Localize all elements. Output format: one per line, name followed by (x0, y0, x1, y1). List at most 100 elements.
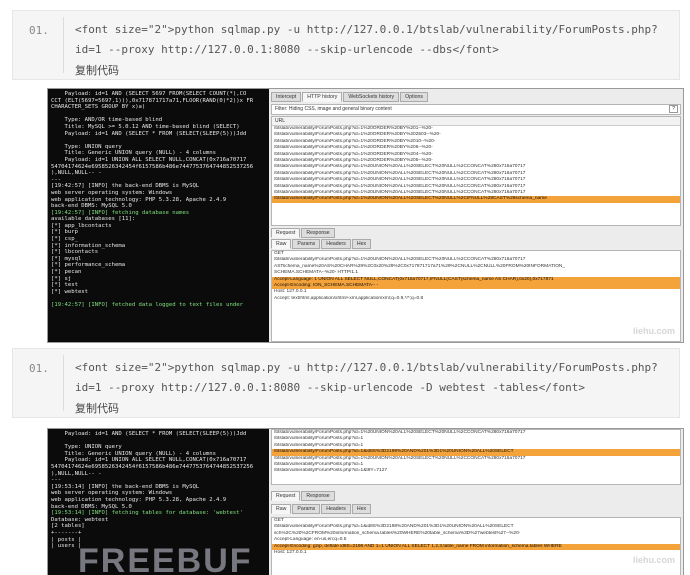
tab-raw[interactable]: Raw (271, 239, 292, 249)
terminal-line: Payload: id=1 UNION ALL SELECT NULL,CONC… (51, 156, 247, 163)
code-block-2: 01. <font size="2">python sqlmap.py -u h… (12, 348, 680, 418)
tab-request[interactable]: Request (271, 491, 301, 501)
tab-params[interactable]: Params (292, 239, 321, 249)
terminal-line: Title: Generic UNION query (NULL) - 4 co… (51, 450, 217, 457)
tab-request[interactable]: Request (271, 228, 301, 238)
tab-headers[interactable]: Headers (321, 504, 351, 514)
copy-code-link[interactable]: 复制代码 (75, 400, 119, 416)
history-table: /btslab/vulnerability/ForumPosts.php?id=… (271, 429, 681, 485)
terminal-line: [19:42:57] [INFO] the back-end DBMS is M… (51, 183, 200, 190)
terminal-line: Payload: id=1 AND (SELECT 5697 FROM(SELE… (51, 91, 247, 97)
history-row[interactable]: /btslab/vulnerability/ForumPosts.php?id=… (272, 468, 680, 474)
line-number: 01. (29, 362, 49, 375)
terminal-line: [*] mysql (51, 255, 82, 262)
burp-proxy-window: /btslab/vulnerability/ForumPosts.php?id=… (269, 429, 683, 575)
tab-http-history[interactable]: HTTP history (302, 92, 343, 102)
terminal-line: --- (51, 176, 62, 183)
terminal-line: Title: MySQL >= 5.0.12 AND time-based bl… (51, 123, 240, 130)
terminal-line: web application technology: PHP 5.3.28, … (51, 196, 227, 203)
terminal-line: web application technology: PHP 5.3.28, … (51, 496, 227, 503)
code-text: <font size="2">python sqlmap.py -u http:… (75, 361, 658, 394)
gutter-divider (63, 355, 64, 411)
url-list: /btslab/vulnerability/ForumPosts.php?id=… (272, 126, 680, 203)
request-line: Host: 127.0.0.1 (274, 549, 307, 555)
tab-intercept[interactable]: Intercept (271, 92, 302, 102)
terminal-line: web server operating system: Windows (51, 490, 173, 497)
terminal-line: [*] webtest (51, 288, 89, 295)
line-number: 01. (29, 24, 49, 37)
terminal-line: [19:53:14] [INFO] the back-end DBMS is M… (51, 483, 200, 490)
tab-hex[interactable]: Hex (351, 239, 372, 249)
terminal-line: [*] lbcontacts (51, 249, 99, 256)
terminal-line: [19:53:14] [INFO] fetching tables for da… (51, 510, 243, 517)
terminal-line: [*] information_schema (51, 242, 126, 249)
request-response-tabs: Request Response (271, 491, 336, 501)
terminal-output: Payload: id=1 AND (SELECT 5697 FROM(SELE… (48, 89, 269, 342)
terminal-line: [2 tables] (51, 523, 85, 530)
terminal-line: back-end DBMS: MySQL 5.0 (51, 203, 132, 210)
terminal-line: Payload: id=1 UNION ALL SELECT NULL,CONC… (51, 457, 247, 464)
tab-response[interactable]: Response (301, 228, 335, 238)
terminal-line: [*] burp (51, 229, 78, 236)
terminal-line: web server operating system: Windows (51, 189, 173, 196)
request-response-tabs: Request Response (271, 228, 336, 238)
request-line: Accept: text/html,application/xhtml+xml,… (274, 295, 424, 301)
tab-hex[interactable]: Hex (351, 504, 372, 514)
screenshot-tables: Payload: id=1 AND (SELECT * FROM (SELECT… (47, 428, 684, 575)
terminal-line: Payload: id=1 AND (SELECT * FROM (SELECT… (51, 431, 247, 437)
terminal-line: --- (51, 477, 62, 484)
tab-raw[interactable]: Raw (271, 504, 292, 514)
terminal-line: Type: AND/OR time-based blind (51, 117, 163, 124)
proxy-tabs: Intercept HTTP history WebSockets history O… (269, 89, 683, 102)
terminal-line: [19:42:57] [INFO] fetching database name… (51, 209, 190, 216)
filter-text: Filter: Hiding CSS, image and general bi… (275, 106, 392, 112)
terminal-line: Type: UNION query (51, 444, 122, 451)
terminal-line: 54704174624e6958526342454f6157586b486e74… (51, 163, 254, 170)
terminal-line: +-------+ (51, 529, 82, 536)
terminal-line: [*] test (51, 282, 78, 289)
terminal-line: [*] sj (51, 275, 72, 282)
tab-response[interactable]: Response (301, 491, 335, 501)
terminal-line: ),NULL,NULL-- - (51, 470, 102, 477)
terminal-line: [*] app_lbcontacts (51, 222, 112, 229)
copy-code-link[interactable]: 复制代码 (75, 62, 119, 78)
tab-websockets-history[interactable]: WebSockets history (343, 92, 400, 102)
terminal-line: available databases [11]: (51, 216, 136, 223)
terminal-line: Title: Generic UNION query (NULL) - 4 co… (51, 150, 217, 157)
terminal-line: Database: webtest (51, 516, 109, 523)
terminal-line: back-end DBMS: MySQL 5.0 (51, 503, 132, 510)
watermark-freebuf: FREEBUF (78, 542, 253, 575)
view-tabs: Raw Params Headers Hex (271, 504, 372, 514)
url-column-header: URL (272, 117, 680, 126)
terminal-line: [19:42:57] [INFO] fetched data logged to… (51, 302, 243, 308)
terminal-line: CCT (ELT(5697=5697,1))),0x717871717a71,F… (51, 97, 254, 104)
request-editor: GET/btslab/vulnerability/ForumPosts.php?… (271, 250, 681, 342)
request-editor: GET/btslab/vulnerability/ForumPosts.php?… (271, 517, 681, 575)
tab-options[interactable]: Options (400, 92, 428, 102)
terminal-line: 54704174624e6958526342454f6157586b486e74… (51, 463, 254, 470)
tab-params[interactable]: Params (292, 504, 321, 514)
history-table: URL /btslab/vulnerability/ForumPosts.php… (271, 116, 681, 226)
tab-headers[interactable]: Headers (321, 239, 351, 249)
code-block-1: 01. <font size="2">python sqlmap.py -u h… (12, 10, 680, 80)
history-row[interactable]: /btslab/vulnerability/ForumPosts.php?id=… (272, 196, 680, 203)
terminal-line: [*] csp_ (51, 236, 78, 243)
screenshot-dbs: Payload: id=1 AND (SELECT 5697 FROM(SELE… (47, 88, 684, 343)
terminal-line: [*] pecan (51, 269, 82, 276)
watermark-site: liehu.com (632, 326, 675, 336)
filter-help-button[interactable]: ? (669, 105, 678, 113)
view-tabs: Raw Params Headers Hex (271, 239, 372, 249)
terminal-line: Payload: id=1 AND (SELECT * FROM (SELECT… (51, 130, 247, 137)
watermark-site: liehu.com (632, 555, 675, 565)
filter-bar[interactable]: Filter: Hiding CSS, image and general bi… (271, 104, 681, 115)
terminal-line: [*] performance_schema (51, 262, 126, 269)
url-list: /btslab/vulnerability/ForumPosts.php?id=… (272, 430, 680, 475)
code-text: <font size="2">python sqlmap.py -u http:… (75, 23, 658, 56)
terminal-line: Type: UNION query (51, 143, 122, 150)
terminal-line: CHARACTER_SETS GROUP BY x)a) (51, 104, 146, 111)
gutter-divider (63, 17, 64, 73)
